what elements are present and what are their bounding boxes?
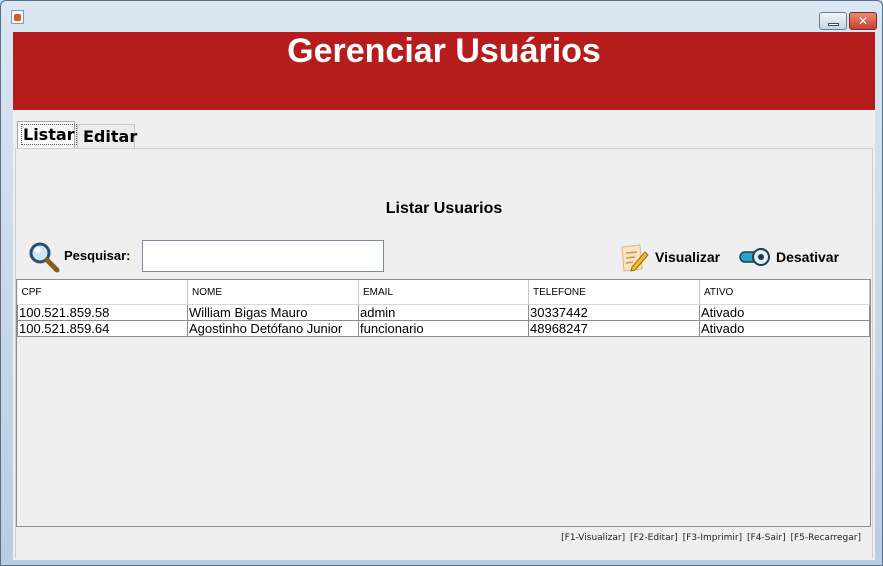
tab-editar-label: Editar — [83, 127, 138, 146]
column-header-nome[interactable]: NOME — [187, 280, 359, 305]
tab-editar[interactable]: Editar — [77, 124, 138, 148]
search-input[interactable] — [142, 240, 384, 272]
table-row[interactable]: 100.521.859.58 William Bigas Mauro admin… — [17, 304, 870, 321]
table-cell[interactable]: 48968247 — [528, 320, 700, 337]
table-cell[interactable]: funcionario — [358, 320, 529, 337]
table-cell[interactable]: William Bigas Mauro — [187, 304, 359, 321]
section-title: Listar Usuarios — [385, 200, 503, 217]
table-header-row: CPF NOME EMAIL TELEFONE ATIVO — [17, 280, 870, 305]
client-area: Gerenciar Usuários Listar Editar Listar … — [13, 32, 875, 560]
column-header-telefone[interactable]: TELEFONE — [528, 280, 700, 305]
table-cell[interactable]: admin — [358, 304, 529, 321]
table-cell[interactable]: Ativado — [699, 304, 870, 321]
table-cell[interactable]: 100.521.859.58 — [17, 304, 188, 321]
keyboard-shortcuts-hint: [F1-Visualizar] [F2-Editar] [F3-Imprimir… — [561, 533, 861, 543]
close-button[interactable]: ✕ — [849, 12, 877, 30]
notepad-pencil-icon — [621, 244, 649, 272]
magnifier-icon — [29, 242, 60, 273]
users-table: CPF NOME EMAIL TELEFONE ATIVO 100.521.85… — [17, 280, 870, 337]
search-label: Pesquisar: — [64, 248, 131, 263]
column-header-cpf[interactable]: CPF — [17, 280, 188, 305]
table-cell[interactable]: Ativado — [699, 320, 870, 337]
minimize-button[interactable] — [819, 12, 847, 30]
table-row[interactable]: 100.521.859.64 Agostinho Detófano Junior… — [17, 320, 870, 337]
page-title: Gerenciar Usuários — [287, 32, 601, 70]
tab-listar-label: Listar — [21, 124, 77, 145]
table-cell[interactable]: 100.521.859.64 — [17, 320, 188, 337]
column-header-ativo[interactable]: ATIVO — [699, 280, 870, 305]
desativar-label: Desativar — [776, 249, 840, 265]
header-banner: Gerenciar Usuários — [13, 32, 875, 110]
table-cell[interactable]: 30337442 — [528, 304, 700, 321]
tab-listar[interactable]: Listar — [17, 121, 77, 148]
table-cell[interactable]: Agostinho Detófano Junior — [187, 320, 359, 337]
title-bar[interactable]: ✕ — [1, 1, 882, 31]
users-table-scrollpane[interactable]: CPF NOME EMAIL TELEFONE ATIVO 100.521.85… — [16, 279, 871, 527]
app-window: ✕ Gerenciar Usuários Listar Editar Lista… — [0, 0, 883, 566]
toggle-switch-icon — [739, 248, 770, 266]
java-app-icon[interactable] — [11, 10, 24, 24]
desativar-button[interactable]: Desativar — [739, 242, 839, 272]
column-header-email[interactable]: EMAIL — [358, 280, 529, 305]
visualizar-label: Visualizar — [655, 249, 721, 265]
visualizar-button[interactable]: Visualizar — [618, 242, 720, 272]
